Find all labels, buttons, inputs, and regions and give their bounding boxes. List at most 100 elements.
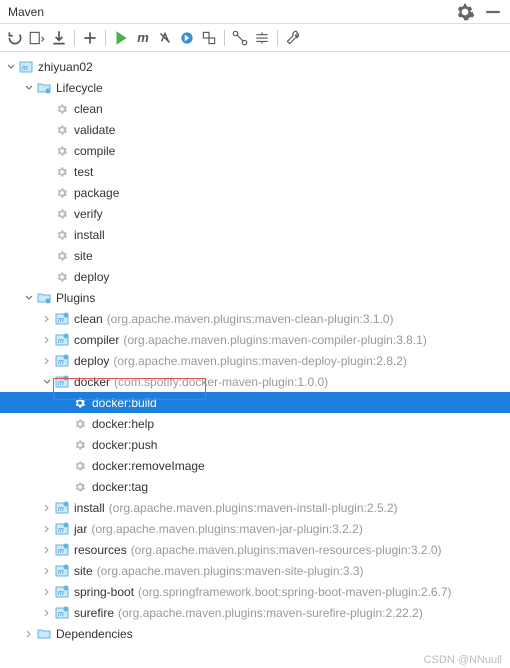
svg-text:m: m bbox=[58, 506, 64, 513]
plugin-node[interactable]: mdeploy(org.apache.maven.plugins:maven-d… bbox=[0, 350, 510, 371]
plugin-label: jar bbox=[74, 522, 87, 536]
skip-tests-icon[interactable] bbox=[156, 29, 174, 47]
plugin-coord: (org.apache.maven.plugins:maven-jar-plug… bbox=[91, 522, 362, 536]
chevron-icon[interactable] bbox=[40, 546, 54, 554]
show-dependencies-icon[interactable] bbox=[231, 29, 249, 47]
plugin-label: clean bbox=[74, 312, 103, 326]
plugin-coord: (org.apache.maven.plugins:maven-compiler… bbox=[123, 333, 427, 347]
chevron-icon[interactable] bbox=[40, 567, 54, 575]
folder-icon bbox=[36, 290, 52, 306]
plugin-coord: (org.apache.maven.plugins:maven-install-… bbox=[109, 501, 398, 515]
toggle-icon[interactable] bbox=[200, 29, 218, 47]
gear-icon[interactable] bbox=[456, 3, 474, 21]
lifecycle-goal[interactable]: verify bbox=[0, 203, 510, 224]
lifecycle-goal[interactable]: package bbox=[0, 182, 510, 203]
chevron-icon[interactable] bbox=[40, 504, 54, 512]
generate-sources-icon[interactable] bbox=[28, 29, 46, 47]
plugin-label: spring-boot bbox=[74, 585, 134, 599]
separator bbox=[105, 30, 106, 46]
chevron-icon[interactable] bbox=[40, 357, 54, 365]
lifecycle-goal[interactable]: site bbox=[0, 245, 510, 266]
chevron-icon[interactable] bbox=[40, 609, 54, 617]
gear-icon bbox=[54, 227, 70, 243]
plugin-label: resources bbox=[74, 543, 127, 557]
chevron-down-icon[interactable] bbox=[22, 84, 36, 92]
collapse-all-icon[interactable] bbox=[253, 29, 271, 47]
gear-icon bbox=[54, 248, 70, 264]
plugins-label: Plugins bbox=[56, 291, 95, 305]
plugin-icon: m bbox=[54, 563, 70, 579]
lifecycle-goal[interactable]: clean bbox=[0, 98, 510, 119]
plugin-label: site bbox=[74, 564, 93, 578]
svg-text:m: m bbox=[58, 317, 64, 324]
run-icon[interactable] bbox=[112, 29, 130, 47]
plugin-node[interactable]: msite(org.apache.maven.plugins:maven-sit… bbox=[0, 560, 510, 581]
plugin-icon: m bbox=[54, 521, 70, 537]
goal-label: compile bbox=[74, 144, 115, 158]
wrench-icon[interactable] bbox=[284, 29, 302, 47]
plugin-node[interactable]: mresources(org.apache.maven.plugins:mave… bbox=[0, 539, 510, 560]
gear-icon bbox=[54, 269, 70, 285]
goal-label: site bbox=[74, 249, 93, 263]
plugins-node[interactable]: Plugins bbox=[0, 287, 510, 308]
watermark: CSDN @NNuull bbox=[424, 654, 502, 666]
svg-text:m: m bbox=[58, 380, 64, 387]
chevron-icon[interactable] bbox=[40, 336, 54, 344]
gear-icon bbox=[72, 437, 88, 453]
lifecycle-goal[interactable]: compile bbox=[0, 140, 510, 161]
m-icon[interactable]: m bbox=[134, 29, 152, 47]
goal-label: package bbox=[74, 186, 119, 200]
goal-label: test bbox=[74, 165, 93, 179]
separator bbox=[277, 30, 278, 46]
chevron-right-icon[interactable] bbox=[22, 630, 36, 638]
plugin-node[interactable]: mjar (org.apache.maven.plugins:maven-jar-… bbox=[0, 518, 510, 539]
project-node[interactable]: m zhiyuan02 bbox=[0, 56, 510, 77]
plugin-goal[interactable]: docker:build bbox=[0, 392, 510, 413]
chevron-down-icon[interactable] bbox=[4, 63, 18, 71]
separator bbox=[224, 30, 225, 46]
panel-title: Maven bbox=[8, 5, 44, 19]
chevron-down-icon[interactable] bbox=[22, 294, 36, 302]
plugin-goal[interactable]: docker:push bbox=[0, 434, 510, 455]
chevron-icon[interactable] bbox=[40, 525, 54, 533]
svg-text:m: m bbox=[58, 359, 64, 366]
titlebar-controls bbox=[456, 3, 502, 21]
goal-label: docker:push bbox=[92, 438, 157, 452]
plugin-icon: m bbox=[54, 374, 70, 390]
plugin-node[interactable]: mcompiler(org.apache.maven.plugins:maven… bbox=[0, 329, 510, 350]
maven-tree: m zhiyuan02 Lifecycle clean validate compi… bbox=[0, 52, 510, 650]
plugin-node[interactable]: m docker (com.spotify:docker-maven-plugin:… bbox=[0, 371, 510, 392]
dependencies-label: Dependencies bbox=[56, 627, 133, 641]
chevron-icon[interactable] bbox=[40, 588, 54, 596]
lifecycle-goal[interactable]: deploy bbox=[0, 266, 510, 287]
plugin-node[interactable]: minstall(org.apache.maven.plugins:maven-… bbox=[0, 497, 510, 518]
plugin-node[interactable]: mspring-boot(org.springframework.boot:sp… bbox=[0, 581, 510, 602]
plugin-goal[interactable]: docker:help bbox=[0, 413, 510, 434]
plugin-node[interactable]: mclean(org.apache.maven.plugins:maven-cl… bbox=[0, 308, 510, 329]
plugin-goal[interactable]: docker:tag bbox=[0, 476, 510, 497]
chevron-icon[interactable] bbox=[40, 315, 54, 323]
maven-project-icon: m bbox=[18, 59, 34, 75]
dependencies-node[interactable]: Dependencies bbox=[0, 623, 510, 644]
lifecycle-goal[interactable]: validate bbox=[0, 119, 510, 140]
lifecycle-goal[interactable]: test bbox=[0, 161, 510, 182]
lifecycle-node[interactable]: Lifecycle bbox=[0, 77, 510, 98]
add-icon[interactable] bbox=[81, 29, 99, 47]
gear-icon bbox=[54, 164, 70, 180]
plugin-icon: m bbox=[54, 584, 70, 600]
plugin-label: docker bbox=[74, 375, 110, 389]
plugin-label: surefire bbox=[74, 606, 114, 620]
minimize-icon[interactable] bbox=[484, 3, 502, 21]
lifecycle-goal[interactable]: install bbox=[0, 224, 510, 245]
plugin-node[interactable]: msurefire(org.apache.maven.plugins:maven… bbox=[0, 602, 510, 623]
gear-icon bbox=[54, 122, 70, 138]
offline-icon[interactable] bbox=[178, 29, 196, 47]
plugin-icon: m bbox=[54, 332, 70, 348]
plugin-goal[interactable]: docker:removeImage bbox=[0, 455, 510, 476]
download-icon[interactable] bbox=[50, 29, 68, 47]
plugin-coord: (com.spotify:docker-maven-plugin:1.0.0) bbox=[114, 375, 328, 389]
chevron-icon[interactable] bbox=[40, 378, 54, 386]
goal-label: clean bbox=[74, 102, 103, 116]
gear-icon bbox=[72, 416, 88, 432]
reload-icon[interactable] bbox=[6, 29, 24, 47]
